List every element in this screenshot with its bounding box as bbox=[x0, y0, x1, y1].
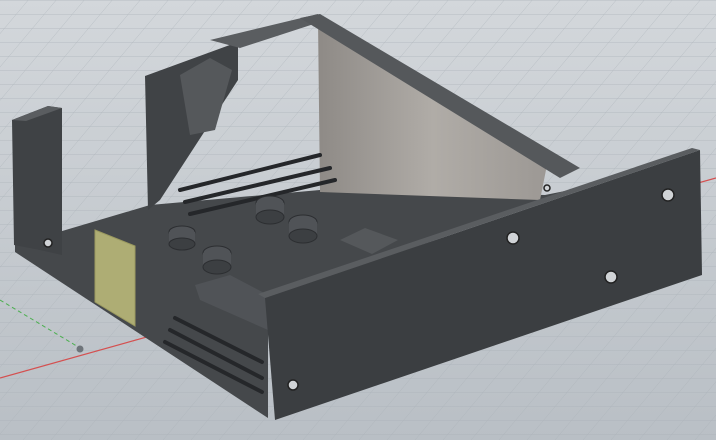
3d-viewport[interactable] bbox=[0, 0, 716, 440]
model-canvas[interactable] bbox=[0, 0, 716, 440]
left-wall-stub bbox=[12, 106, 62, 255]
origin-point bbox=[76, 345, 84, 353]
